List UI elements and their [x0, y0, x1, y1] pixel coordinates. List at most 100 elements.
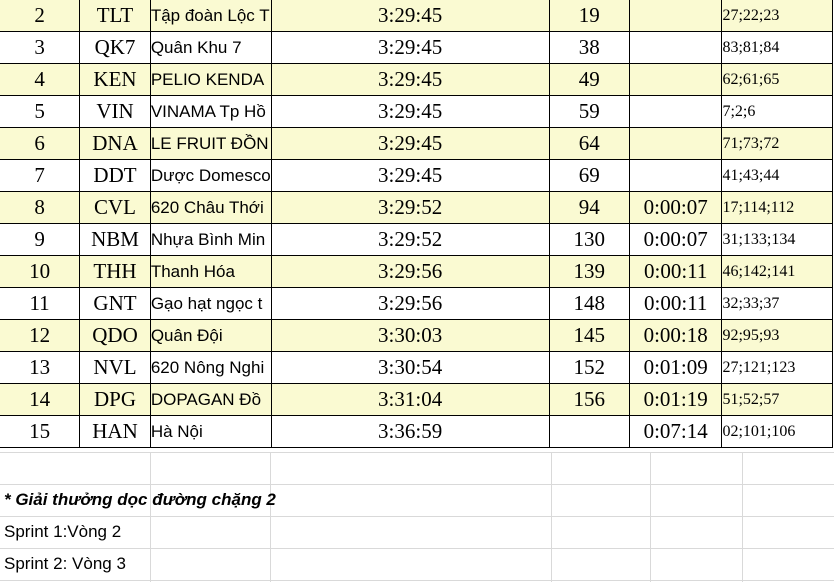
team-name-cell[interactable]: Dược Domesco: [149, 159, 272, 192]
team-name-cell[interactable]: Thanh Hóa: [149, 255, 272, 288]
team-code-cell[interactable]: TLT: [79, 0, 151, 32]
team-code-cell[interactable]: CVL: [79, 191, 151, 224]
rank-cell[interactable]: 11: [0, 287, 81, 320]
gap-cell[interactable]: [628, 31, 723, 64]
bib-numbers-cell[interactable]: 27;121;123: [721, 351, 833, 384]
rank-cell[interactable]: 4: [0, 63, 81, 96]
gap-cell[interactable]: [628, 95, 723, 128]
time-cell[interactable]: 3:29:45: [270, 159, 550, 192]
points-cell[interactable]: 145: [548, 319, 630, 352]
bib-numbers-cell[interactable]: 27;22;23: [721, 0, 833, 32]
team-code-cell[interactable]: QDO: [79, 319, 151, 352]
points-cell[interactable]: 59: [548, 95, 630, 128]
points-cell[interactable]: 94: [548, 191, 630, 224]
rank-cell[interactable]: 15: [0, 415, 81, 448]
team-code-cell[interactable]: NVL: [79, 351, 151, 384]
rank-cell[interactable]: 2: [0, 0, 81, 32]
table-row: 9 NBM Nhựa Bình Min 3:29:52 130 0:00:07 31;133…: [0, 223, 833, 256]
time-cell[interactable]: 3:29:56: [270, 255, 550, 288]
bib-numbers-cell[interactable]: 17;114;112: [721, 191, 833, 224]
team-code-cell[interactable]: DPG: [79, 383, 151, 416]
team-code-cell[interactable]: KEN: [79, 63, 151, 96]
team-name-cell[interactable]: Gạo hạt ngọc t: [149, 287, 272, 320]
gap-cell[interactable]: [628, 0, 723, 32]
gap-cell[interactable]: [628, 159, 723, 192]
points-cell[interactable]: 38: [548, 31, 630, 64]
rank-cell[interactable]: 3: [0, 31, 81, 64]
gap-cell[interactable]: 0:00:07: [628, 191, 723, 224]
team-code-cell[interactable]: GNT: [79, 287, 151, 320]
team-code-cell[interactable]: HAN: [79, 415, 151, 448]
team-name-cell[interactable]: LE FRUIT ĐỒN: [149, 127, 272, 160]
team-name-cell[interactable]: Hà Nội: [149, 415, 272, 448]
time-cell[interactable]: 3:29:45: [270, 95, 550, 128]
rank-cell[interactable]: 5: [0, 95, 81, 128]
time-cell[interactable]: 3:36:59: [270, 415, 550, 448]
team-code-cell[interactable]: DNA: [79, 127, 151, 160]
gap-cell[interactable]: [628, 127, 723, 160]
points-cell[interactable]: 139: [548, 255, 630, 288]
team-name-cell[interactable]: DOPAGAN Đồ: [149, 383, 272, 416]
bib-numbers-cell[interactable]: 41;43;44: [721, 159, 833, 192]
points-cell[interactable]: 69: [548, 159, 630, 192]
gap-cell[interactable]: 0:00:11: [628, 287, 723, 320]
bib-numbers-cell[interactable]: 02;101;106: [721, 415, 833, 448]
time-cell[interactable]: 3:29:52: [270, 191, 550, 224]
points-cell[interactable]: 19: [548, 0, 630, 32]
team-code-cell[interactable]: QK7: [79, 31, 151, 64]
bib-numbers-cell[interactable]: 51;52;57: [721, 383, 833, 416]
team-name-cell[interactable]: Quân Khu 7: [149, 31, 272, 64]
bib-numbers-cell[interactable]: 62;61;65: [721, 63, 833, 96]
points-cell[interactable]: 148: [548, 287, 630, 320]
rank-cell[interactable]: 8: [0, 191, 81, 224]
points-cell[interactable]: 156: [548, 383, 630, 416]
gap-cell[interactable]: 0:07:14: [628, 415, 723, 448]
time-cell[interactable]: 3:29:52: [270, 223, 550, 256]
rank-cell[interactable]: 13: [0, 351, 81, 384]
team-code-cell[interactable]: THH: [79, 255, 151, 288]
rank-cell[interactable]: 14: [0, 383, 81, 416]
time-cell[interactable]: 3:31:04: [270, 383, 550, 416]
bib-numbers-cell[interactable]: 7;2;6: [721, 95, 833, 128]
points-cell[interactable]: 49: [548, 63, 630, 96]
team-name-cell[interactable]: VINAMA Tp Hồ: [149, 95, 272, 128]
team-name-cell[interactable]: Quân Đội: [149, 319, 272, 352]
team-code-cell[interactable]: NBM: [79, 223, 151, 256]
bib-numbers-cell[interactable]: 92;95;93: [721, 319, 833, 352]
rank-cell[interactable]: 7: [0, 159, 81, 192]
time-cell[interactable]: 3:29:45: [270, 63, 550, 96]
team-name-cell[interactable]: 620 Châu Thới: [149, 191, 272, 224]
time-cell[interactable]: 3:30:03: [270, 319, 550, 352]
time-cell[interactable]: 3:29:45: [270, 127, 550, 160]
bib-numbers-cell[interactable]: 32;33;37: [721, 287, 833, 320]
team-name-cell[interactable]: Tập đoàn Lộc T: [149, 0, 272, 32]
bib-numbers-cell[interactable]: 83;81;84: [721, 31, 833, 64]
gap-cell[interactable]: 0:00:11: [628, 255, 723, 288]
team-code-cell[interactable]: DDT: [79, 159, 151, 192]
team-name-cell[interactable]: PELIO KENDA: [149, 63, 272, 96]
time-cell[interactable]: 3:29:56: [270, 287, 550, 320]
time-cell[interactable]: 3:29:45: [270, 0, 550, 32]
rank-cell[interactable]: 9: [0, 223, 81, 256]
gap-cell[interactable]: 0:00:18: [628, 319, 723, 352]
team-name-cell[interactable]: 620 Nông Nghi: [149, 351, 272, 384]
time-cell[interactable]: 3:30:54: [270, 351, 550, 384]
rank-cell[interactable]: 12: [0, 319, 81, 352]
bib-numbers-cell[interactable]: 46;142;141: [721, 255, 833, 288]
gap-cell[interactable]: [628, 63, 723, 96]
gap-cell[interactable]: 0:01:19: [628, 383, 723, 416]
rank-cell[interactable]: 10: [0, 255, 81, 288]
team-name-cell[interactable]: Nhựa Bình Min: [149, 223, 272, 256]
points-cell[interactable]: 64: [548, 127, 630, 160]
gap-cell[interactable]: 0:00:07: [628, 223, 723, 256]
time-cell[interactable]: 3:29:45: [270, 31, 550, 64]
gap-cell[interactable]: 0:01:09: [628, 351, 723, 384]
points-cell[interactable]: 130: [548, 223, 630, 256]
bib-numbers-cell[interactable]: 71;73;72: [721, 127, 833, 160]
bib-numbers-cell[interactable]: 31;133;134: [721, 223, 833, 256]
team-code-cell[interactable]: VIN: [79, 95, 151, 128]
points-cell[interactable]: 152: [548, 351, 630, 384]
table-row: 14 DPG DOPAGAN Đồ 3:31:04 156 0:01:19 51;52;57: [0, 383, 833, 416]
points-cell[interactable]: [548, 415, 630, 448]
rank-cell[interactable]: 6: [0, 127, 81, 160]
